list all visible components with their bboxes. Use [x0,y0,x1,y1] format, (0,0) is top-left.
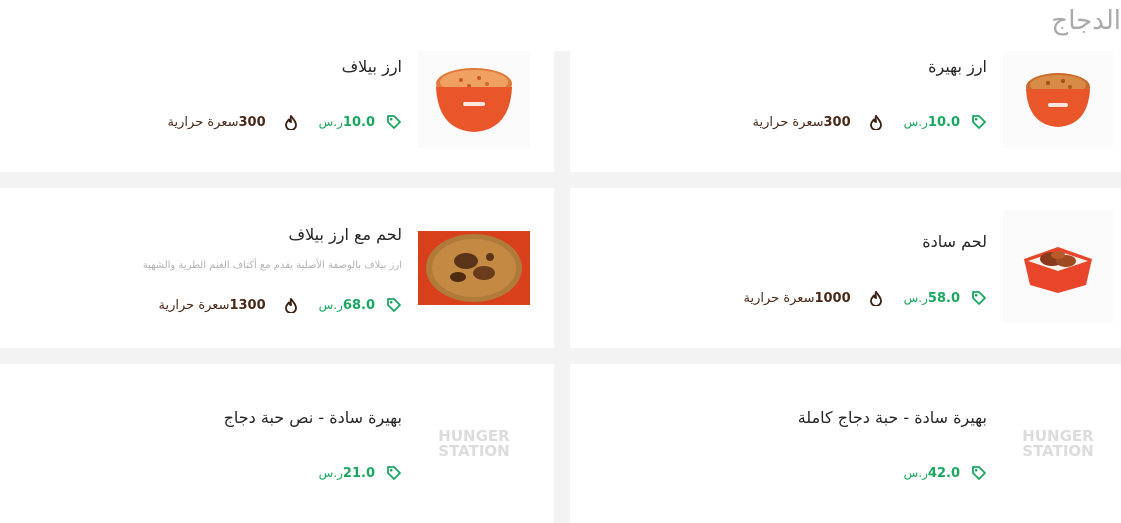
item-meta: ر.س 42.0 [904,464,987,482]
item-name: بهيرة سادة - حبة دجاج كاملة [797,408,987,427]
item-image: HUNGER STATION [418,394,530,494]
currency-label: ر.س [318,298,343,312]
calories-info: سعرة حرارية 300 [168,114,299,130]
price-value: 21.0 [342,465,375,481]
price-tag-icon [971,465,987,481]
calories-info: سعرة حرارية 1000 [744,290,884,306]
menu-item-card[interactable]: HUNGER STATION بهيرة سادة - حبة دجاج كام… [570,364,1121,523]
menu-item-card[interactable]: ارز بهيرة سعرة حرارية 300 ر.س 10.0 [570,51,1121,172]
price-tag-icon [386,465,402,481]
calories-label: سعرة حرارية [158,297,230,313]
item-image: HUNGER STATION [1003,394,1113,494]
price-tag-icon [971,114,987,130]
item-meta: سعرة حرارية 1000 ر.س 58.0 [744,289,988,307]
item-name: لحم مع ارز بيلاف [288,225,402,244]
price-info: ر.س 10.0 [319,114,402,130]
section-header: الدجاج [0,0,1121,51]
price-value: 42.0 [927,465,960,481]
calories-value: 1000 [814,290,851,306]
item-meta: ر.س 21.0 [319,464,402,482]
calories-label: سعرة حرارية [743,290,815,306]
item-name: ارز بهيرة [928,57,987,76]
item-description: ارز بيلاف بالوصفة الأصلية يقدم مع أكتاف … [142,260,402,271]
item-image [418,231,530,305]
item-image [1003,210,1113,323]
menu-item-card[interactable]: HUNGER STATION بهيرة سادة - نص حبة دجاج … [0,364,554,523]
item-name: ارز بيلاف [341,57,402,76]
rice-bowl-image [436,67,512,132]
logo-line: STATION [1022,442,1094,460]
currency-label: ر.س [318,115,343,129]
price-value: 10.0 [342,114,375,130]
calories-value: 1300 [229,297,266,313]
price-info: ر.س 10.0 [904,114,987,130]
item-meta: سعرة حرارية 300 ر.س 10.0 [168,113,402,131]
item-name: بهيرة سادة - نص حبة دجاج [223,408,402,427]
menu-item-card[interactable]: ارز بيلاف سعرة حرارية 300 ر.س 10.0 [0,51,554,172]
section-title: الدجاج [1051,6,1121,36]
meat-rice-plate-image [418,231,530,305]
hungerstation-logo-icon: HUNGER STATION [1022,429,1093,459]
item-image [1003,51,1113,148]
flame-icon [283,297,299,313]
price-info: ر.س 68.0 [319,297,402,313]
hungerstation-logo-icon: HUNGER STATION [438,429,509,459]
calories-value: 300 [238,114,266,130]
item-image [418,51,530,148]
price-value: 58.0 [927,290,960,306]
item-meta: سعرة حرارية 1300 ر.س 68.0 [159,296,403,314]
item-name: لحم سادة [922,232,987,251]
price-tag-icon [386,297,402,313]
calories-value: 300 [823,114,851,130]
calories-info: سعرة حرارية 300 [753,114,884,130]
price-value: 10.0 [927,114,960,130]
calories-info: سعرة حرارية 1300 [159,297,299,313]
price-tag-icon [386,114,402,130]
currency-label: ر.س [318,466,343,480]
flame-icon [283,114,299,130]
flame-icon [868,290,884,306]
meat-tray-image [1024,246,1092,293]
currency-label: ر.س [903,466,928,480]
price-info: ر.س 21.0 [319,465,402,481]
currency-label: ر.س [903,291,928,305]
flame-icon [868,114,884,130]
price-tag-icon [971,290,987,306]
rice-bowl-image [1026,72,1090,127]
logo-line: STATION [438,442,510,460]
menu-item-card[interactable]: لحم مع ارز بيلاف ارز بيلاف بالوصفة الأصل… [0,188,554,348]
price-info: ر.س 58.0 [904,290,987,306]
calories-label: سعرة حرارية [167,114,239,130]
currency-label: ر.س [903,115,928,129]
menu-item-card[interactable]: لحم سادة سعرة حرارية 1000 ر.س 58.0 [570,188,1121,348]
price-info: ر.س 42.0 [904,465,987,481]
price-value: 68.0 [342,297,375,313]
item-meta: سعرة حرارية 300 ر.س 10.0 [753,113,987,131]
calories-label: سعرة حرارية [752,114,824,130]
